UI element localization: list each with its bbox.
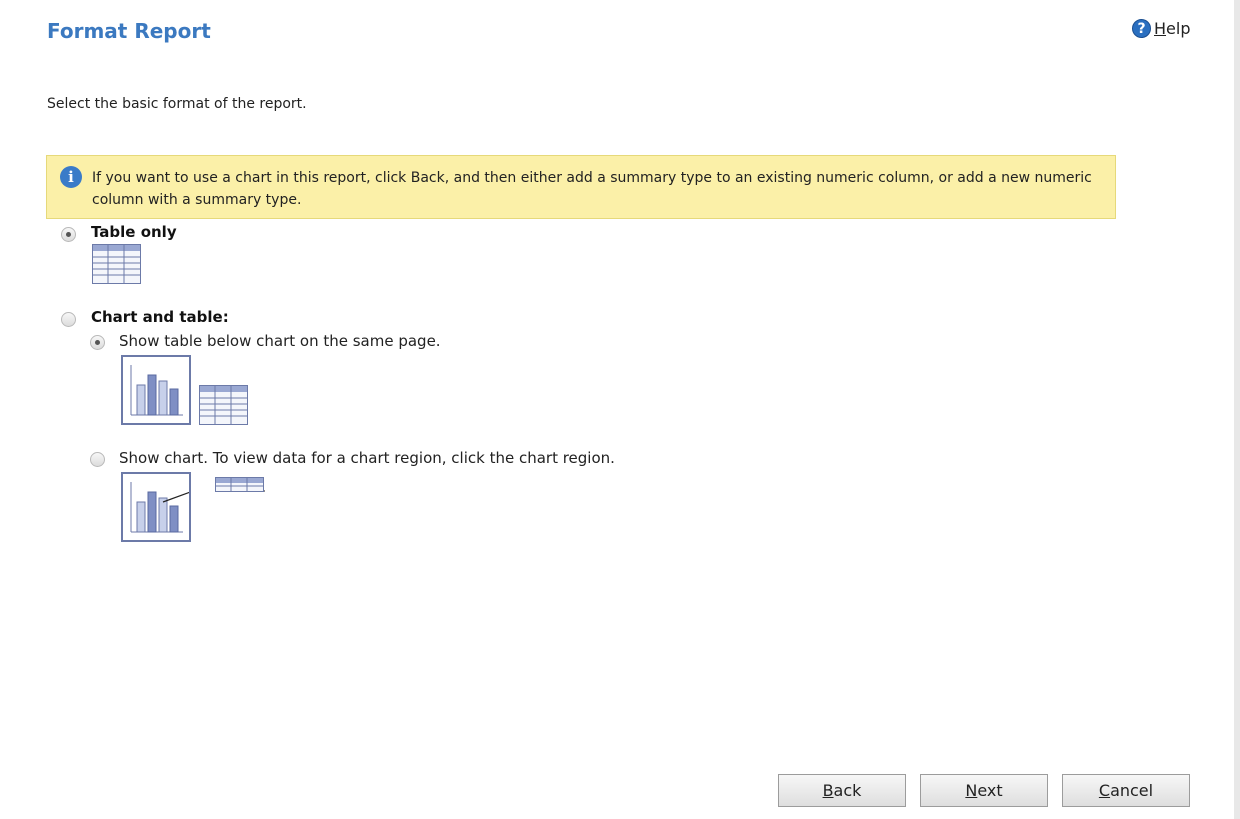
next-button[interactable]: Next bbox=[920, 774, 1048, 807]
help-icon: ? bbox=[1132, 19, 1151, 38]
window-edge bbox=[1234, 0, 1240, 819]
table-only-label[interactable]: Table only bbox=[91, 223, 177, 241]
chart-thumbnail-icon bbox=[121, 472, 219, 542]
help-link[interactable]: ? Help bbox=[1132, 19, 1190, 38]
table-row-thumbnail-icon bbox=[215, 477, 265, 492]
table-thumbnail-icon bbox=[92, 244, 141, 284]
table-thumbnail-icon bbox=[199, 385, 248, 425]
chart-and-table-radio[interactable] bbox=[61, 312, 76, 327]
show-chart-label[interactable]: Show chart. To view data for a chart reg… bbox=[119, 449, 615, 467]
page-title: Format Report bbox=[47, 19, 211, 43]
chart-thumbnail-icon bbox=[121, 355, 191, 425]
page-subtitle: Select the basic format of the report. bbox=[47, 96, 307, 112]
info-icon: i bbox=[60, 166, 82, 188]
chart-and-table-label[interactable]: Chart and table: bbox=[91, 308, 229, 326]
table-only-radio[interactable] bbox=[61, 227, 76, 242]
table-below-chart-radio[interactable] bbox=[90, 335, 105, 350]
notice-text: If you want to use a chart in this repor… bbox=[92, 170, 1092, 208]
back-button[interactable]: Back bbox=[778, 774, 906, 807]
info-notice: i If you want to use a chart in this rep… bbox=[46, 155, 1116, 219]
cancel-button[interactable]: Cancel bbox=[1062, 774, 1190, 807]
table-below-chart-label[interactable]: Show table below chart on the same page. bbox=[119, 332, 441, 350]
show-chart-radio[interactable] bbox=[90, 452, 105, 467]
help-label: Help bbox=[1154, 19, 1191, 38]
